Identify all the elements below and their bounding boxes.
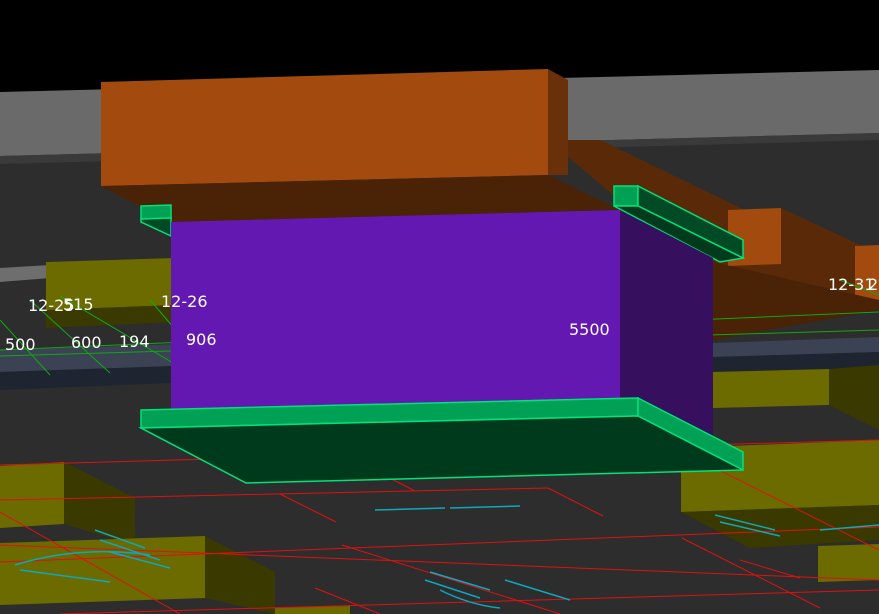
upper-slab-right-front [613,185,639,207]
label-500: 500 [5,335,36,354]
right-wall-3 [818,544,879,582]
column-front [171,210,620,420]
main-beam-top [101,69,548,186]
right-wall-top [713,369,829,408]
label-axis-12-26: 12-26 [161,292,208,311]
label-2: 2 [868,275,878,294]
main-beam-right-side [548,69,568,175]
label-194: 194 [119,332,150,351]
label-515: 515 [63,295,94,314]
lower-slab-underside [138,415,744,484]
label-600: 600 [71,333,102,352]
3d-model-viewport[interactable]: 12-25 515 12-26 12-31 2 500 600 194 906 … [0,0,879,614]
label-5500: 5500 [569,320,610,339]
upper-slab-left-front [140,204,172,220]
bottom-left-wall-1 [0,462,64,528]
model-scene[interactable]: 12-25 515 12-26 12-31 2 500 600 194 906 … [0,0,879,614]
label-906: 906 [186,330,217,349]
